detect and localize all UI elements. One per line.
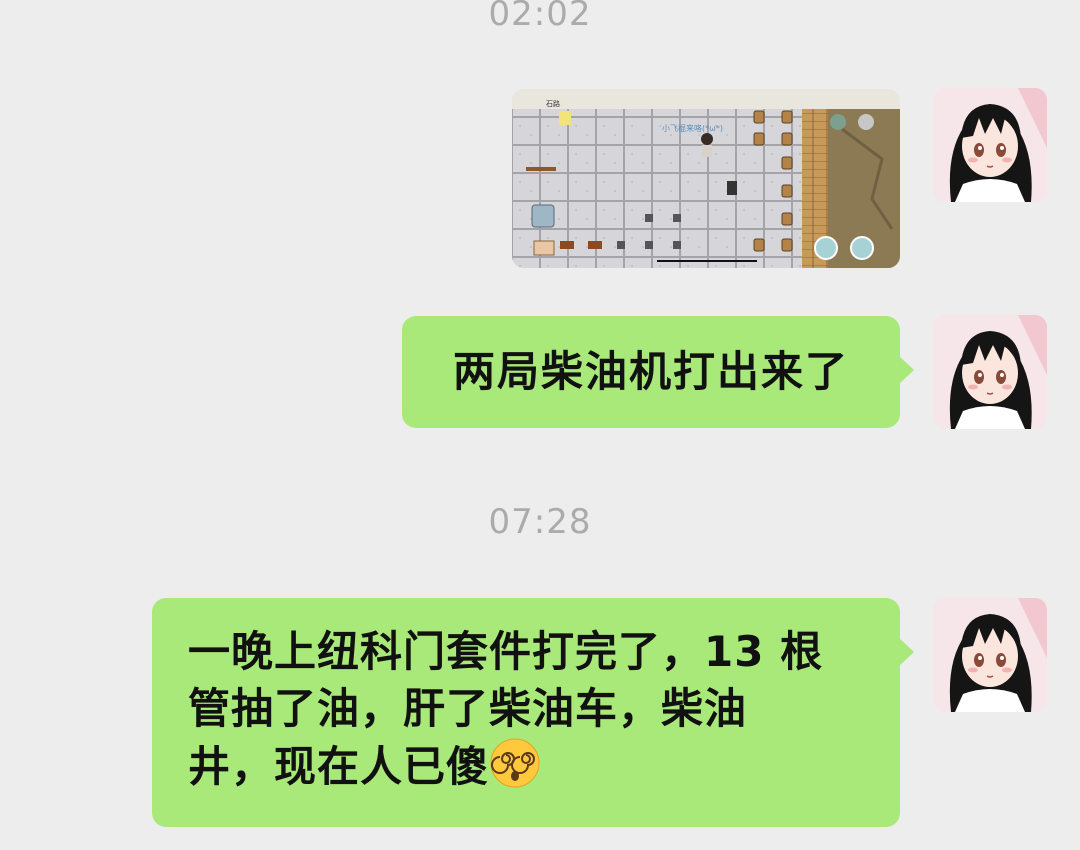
message-bubble[interactable]: 两局柴油机打出来了 [402, 316, 914, 428]
chat-timestamp: 02:02 [488, 0, 592, 34]
message-bubble[interactable]: 一晚上纽科门套件打完了，13 根 管抽了油，肝了柴油车，柴油 井，现在人已傻 [152, 598, 914, 827]
avatar[interactable] [933, 598, 1047, 712]
anime-girl-avatar [933, 598, 1047, 712]
message-line: 管抽了油，肝了柴油车，柴油 [188, 684, 748, 733]
avatar[interactable] [933, 88, 1047, 202]
message-line: 一晚上纽科门套件打完了，13 根 [188, 627, 824, 676]
game-screenshot [512, 89, 900, 268]
game-top-bar [512, 89, 900, 109]
avatar[interactable] [933, 315, 1047, 429]
bubble-tail [899, 638, 914, 666]
message-text: 两局柴油机打出来了 [452, 347, 849, 396]
game-top-label: 石路 [546, 100, 560, 108]
message-line: 井，现在人已傻 [188, 742, 490, 791]
chat-timestamp: 07:28 [488, 502, 592, 542]
message-line-last: 井，现在人已傻 [188, 737, 870, 795]
bubble-tail [899, 356, 914, 384]
dizzy-face-emoji [490, 738, 540, 788]
anime-girl-avatar [933, 88, 1047, 202]
image-message[interactable]: 石路 小飞棍来咯(*ω*) [512, 89, 900, 268]
game-player-name: 小飞棍来咯(*ω*) [662, 124, 723, 133]
anime-girl-avatar [933, 315, 1047, 429]
